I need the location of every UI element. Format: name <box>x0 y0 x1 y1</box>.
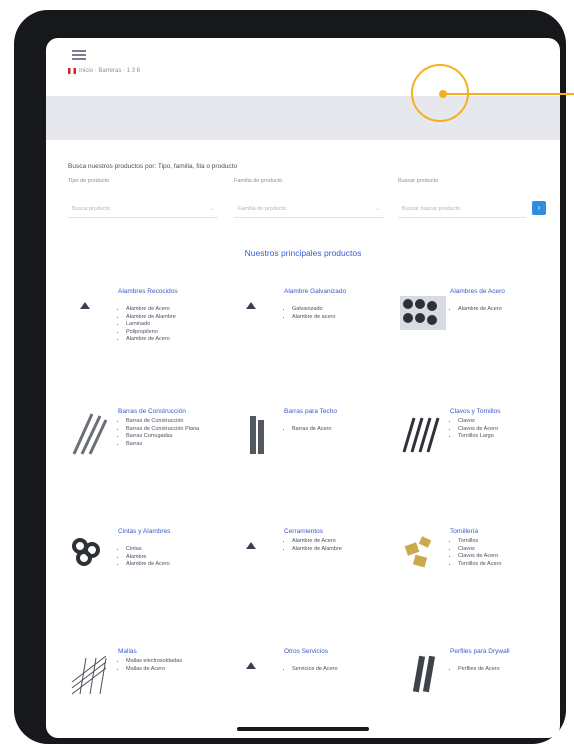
breadcrumb: Inicio · Barreras · 1 3 6 <box>68 68 140 74</box>
screen: Inicio · Barreras · 1 3 6 Busca nuestros… <box>46 38 560 738</box>
highlight-leader-line <box>442 93 574 95</box>
type-select[interactable]: Busca producto ⌄ <box>68 200 218 218</box>
flag-icon <box>68 68 76 74</box>
search-input[interactable]: Buscar buscar producto <box>398 200 526 218</box>
wire-coils-icon <box>72 538 100 566</box>
placeholder-icon <box>232 288 282 338</box>
family-select[interactable]: Familia de producto ⌄ <box>234 200 384 218</box>
highlight-dot <box>439 90 447 98</box>
section-title: Nuestros principales productos <box>244 248 362 258</box>
placeholder-icon <box>66 288 116 338</box>
chevron-down-icon: ⌄ <box>209 205 214 212</box>
search-button[interactable]: › <box>532 201 546 215</box>
label-family: Familia de producto <box>234 178 283 184</box>
metal-plates-icon <box>250 416 264 454</box>
search-icon: › <box>537 203 541 212</box>
rods-icon <box>402 417 440 453</box>
hardware-icon <box>404 536 432 568</box>
search-title: Busca nuestros productos por: Tipo, fami… <box>68 163 238 170</box>
rebar-icon <box>72 413 108 455</box>
label-search: Buscar producto <box>398 178 439 184</box>
mesh-icon <box>71 655 107 695</box>
label-type: Tipo de producto <box>68 178 110 184</box>
chevron-down-icon: ⌄ <box>375 205 380 212</box>
tablet-frame: Inicio · Barreras · 1 3 6 Busca nuestros… <box>14 10 566 744</box>
steel-bars-icon <box>400 296 446 330</box>
profiles-icon <box>412 655 436 693</box>
placeholder-icon <box>232 528 282 578</box>
hero-banner <box>46 96 560 140</box>
placeholder-icon <box>232 648 282 698</box>
menu-icon[interactable] <box>72 50 86 60</box>
breadcrumb-text: Inicio · Barreras · 1 3 6 <box>79 68 141 74</box>
home-indicator <box>237 727 369 731</box>
